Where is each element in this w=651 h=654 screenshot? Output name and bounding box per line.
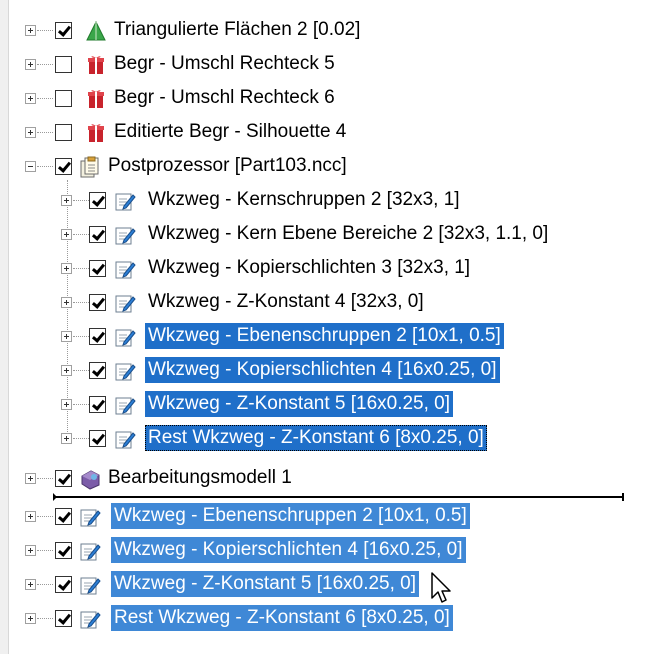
tree-row-label: Wkzweg - Z-Konstant 5 [16x0.25, 0] <box>111 571 420 597</box>
tree-row-label: Begr - Umschl Rechteck 5 <box>114 53 335 74</box>
toolpath-icon <box>115 193 136 211</box>
toolpath-icon <box>115 431 136 449</box>
mouse-pointer-icon <box>431 572 451 603</box>
tree-connector <box>73 404 89 405</box>
boundary-icon <box>88 56 104 74</box>
visibility-checkbox[interactable] <box>55 576 72 593</box>
tree-row-label: Wkzweg - Kernschruppen 2 [32x3, 1] <box>148 189 460 210</box>
tree-row-label: Wkzweg - Ebenenschruppen 2 [10x1, 0.5] <box>145 323 504 349</box>
tree-row-label: Editierte Begr - Silhouette 4 <box>114 121 347 142</box>
expand-icon[interactable] <box>61 297 72 308</box>
toolpath-icon <box>115 363 136 381</box>
tree-connector <box>73 200 89 201</box>
toolpath-icon <box>80 509 101 527</box>
toolpath-icon <box>115 329 136 347</box>
expand-icon[interactable] <box>61 365 72 376</box>
expand-icon[interactable] <box>61 433 72 444</box>
drop-insertion-line <box>53 493 624 501</box>
visibility-checkbox[interactable] <box>89 362 106 379</box>
toolpath-icon <box>80 611 101 629</box>
visibility-checkbox[interactable] <box>55 90 72 107</box>
visibility-checkbox[interactable] <box>89 294 106 311</box>
tree-connector <box>73 302 89 303</box>
expand-icon[interactable] <box>61 195 72 206</box>
tree-row-label: Begr - Umschl Rechteck 6 <box>114 87 335 108</box>
tree-row-label: Wkzweg - Ebenenschruppen 2 [10x1, 0.5] <box>111 503 470 529</box>
tree-connector <box>37 64 53 65</box>
toolpath-icon <box>80 577 101 595</box>
collapse-icon[interactable] <box>25 161 36 172</box>
expand-icon[interactable] <box>25 579 36 590</box>
panel-left-border <box>0 0 9 654</box>
toolpath-icon <box>115 295 136 313</box>
tree-row-label: Wkzweg - Kopierschlichten 4 [16x0.25, 0] <box>111 537 466 563</box>
tree-connector <box>73 234 89 235</box>
tree-connector <box>37 166 53 167</box>
expand-icon[interactable] <box>25 59 36 70</box>
tree-row-label: Wkzweg - Z-Konstant 5 [16x0.25, 0] <box>145 391 454 417</box>
tree-row-label: Rest Wkzweg - Z-Konstant 6 [8x0.25, 0] <box>111 605 453 631</box>
expand-icon[interactable] <box>25 127 36 138</box>
expand-icon[interactable] <box>61 331 72 342</box>
tree-row-label: Wkzweg - Kern Ebene Bereiche 2 [32x3, 1.… <box>148 223 549 244</box>
tree-connector <box>37 618 53 619</box>
expand-icon[interactable] <box>61 399 72 410</box>
stock-model-icon <box>81 470 100 490</box>
toolpath-icon <box>80 543 101 561</box>
toolpath-icon <box>115 261 136 279</box>
boundary-icon <box>88 124 104 142</box>
expand-icon[interactable] <box>61 229 72 240</box>
visibility-checkbox[interactable] <box>55 124 72 141</box>
tree-connector <box>37 98 53 99</box>
visibility-checkbox[interactable] <box>55 470 72 487</box>
tree-connector <box>73 438 89 439</box>
boundary-icon <box>88 90 104 108</box>
visibility-checkbox[interactable] <box>89 328 106 345</box>
toolpath-icon <box>115 227 136 245</box>
visibility-checkbox[interactable] <box>89 260 106 277</box>
visibility-checkbox[interactable] <box>55 610 72 627</box>
visibility-checkbox[interactable] <box>55 158 72 175</box>
expand-icon[interactable] <box>25 613 36 624</box>
tree-connector <box>37 516 53 517</box>
expand-icon[interactable] <box>25 473 36 484</box>
expand-icon[interactable] <box>25 25 36 36</box>
tree-row-label: Bearbeitungsmodell 1 <box>108 467 292 488</box>
triangle-surface-icon <box>86 20 106 41</box>
visibility-checkbox[interactable] <box>89 226 106 243</box>
tree-row-label: Wkzweg - Kopierschlichten 3 [32x3, 1] <box>148 257 471 278</box>
visibility-checkbox[interactable] <box>55 542 72 559</box>
visibility-checkbox[interactable] <box>89 430 106 447</box>
tree-connector <box>73 336 89 337</box>
visibility-checkbox[interactable] <box>89 396 106 413</box>
tree-connector <box>37 30 53 31</box>
tree-row-label: Rest Wkzweg - Z-Konstant 6 [8x0.25, 0] <box>145 425 487 451</box>
expand-icon[interactable] <box>25 511 36 522</box>
tree-connector <box>37 584 53 585</box>
visibility-checkbox[interactable] <box>55 56 72 73</box>
expand-icon[interactable] <box>25 93 36 104</box>
tree-connector <box>73 268 89 269</box>
tree-connector <box>37 550 53 551</box>
tree-connector <box>73 370 89 371</box>
tree-row-label: Triangulierte Flächen 2 [0.02] <box>114 19 361 40</box>
visibility-checkbox[interactable] <box>55 508 72 525</box>
tree-row-label: Wkzweg - Z-Konstant 4 [32x3, 0] <box>148 291 424 312</box>
postprocessor-icon <box>80 156 99 178</box>
tree-row-label: Postprozessor [Part103.ncc] <box>108 155 347 176</box>
expand-icon[interactable] <box>61 263 72 274</box>
tree-row-label: Wkzweg - Kopierschlichten 4 [16x0.25, 0] <box>145 357 500 383</box>
toolpath-icon <box>115 397 136 415</box>
visibility-checkbox[interactable] <box>55 22 72 39</box>
tree-connector <box>37 478 53 479</box>
tree-connector <box>37 132 53 133</box>
visibility-checkbox[interactable] <box>89 192 106 209</box>
expand-icon[interactable] <box>25 545 36 556</box>
